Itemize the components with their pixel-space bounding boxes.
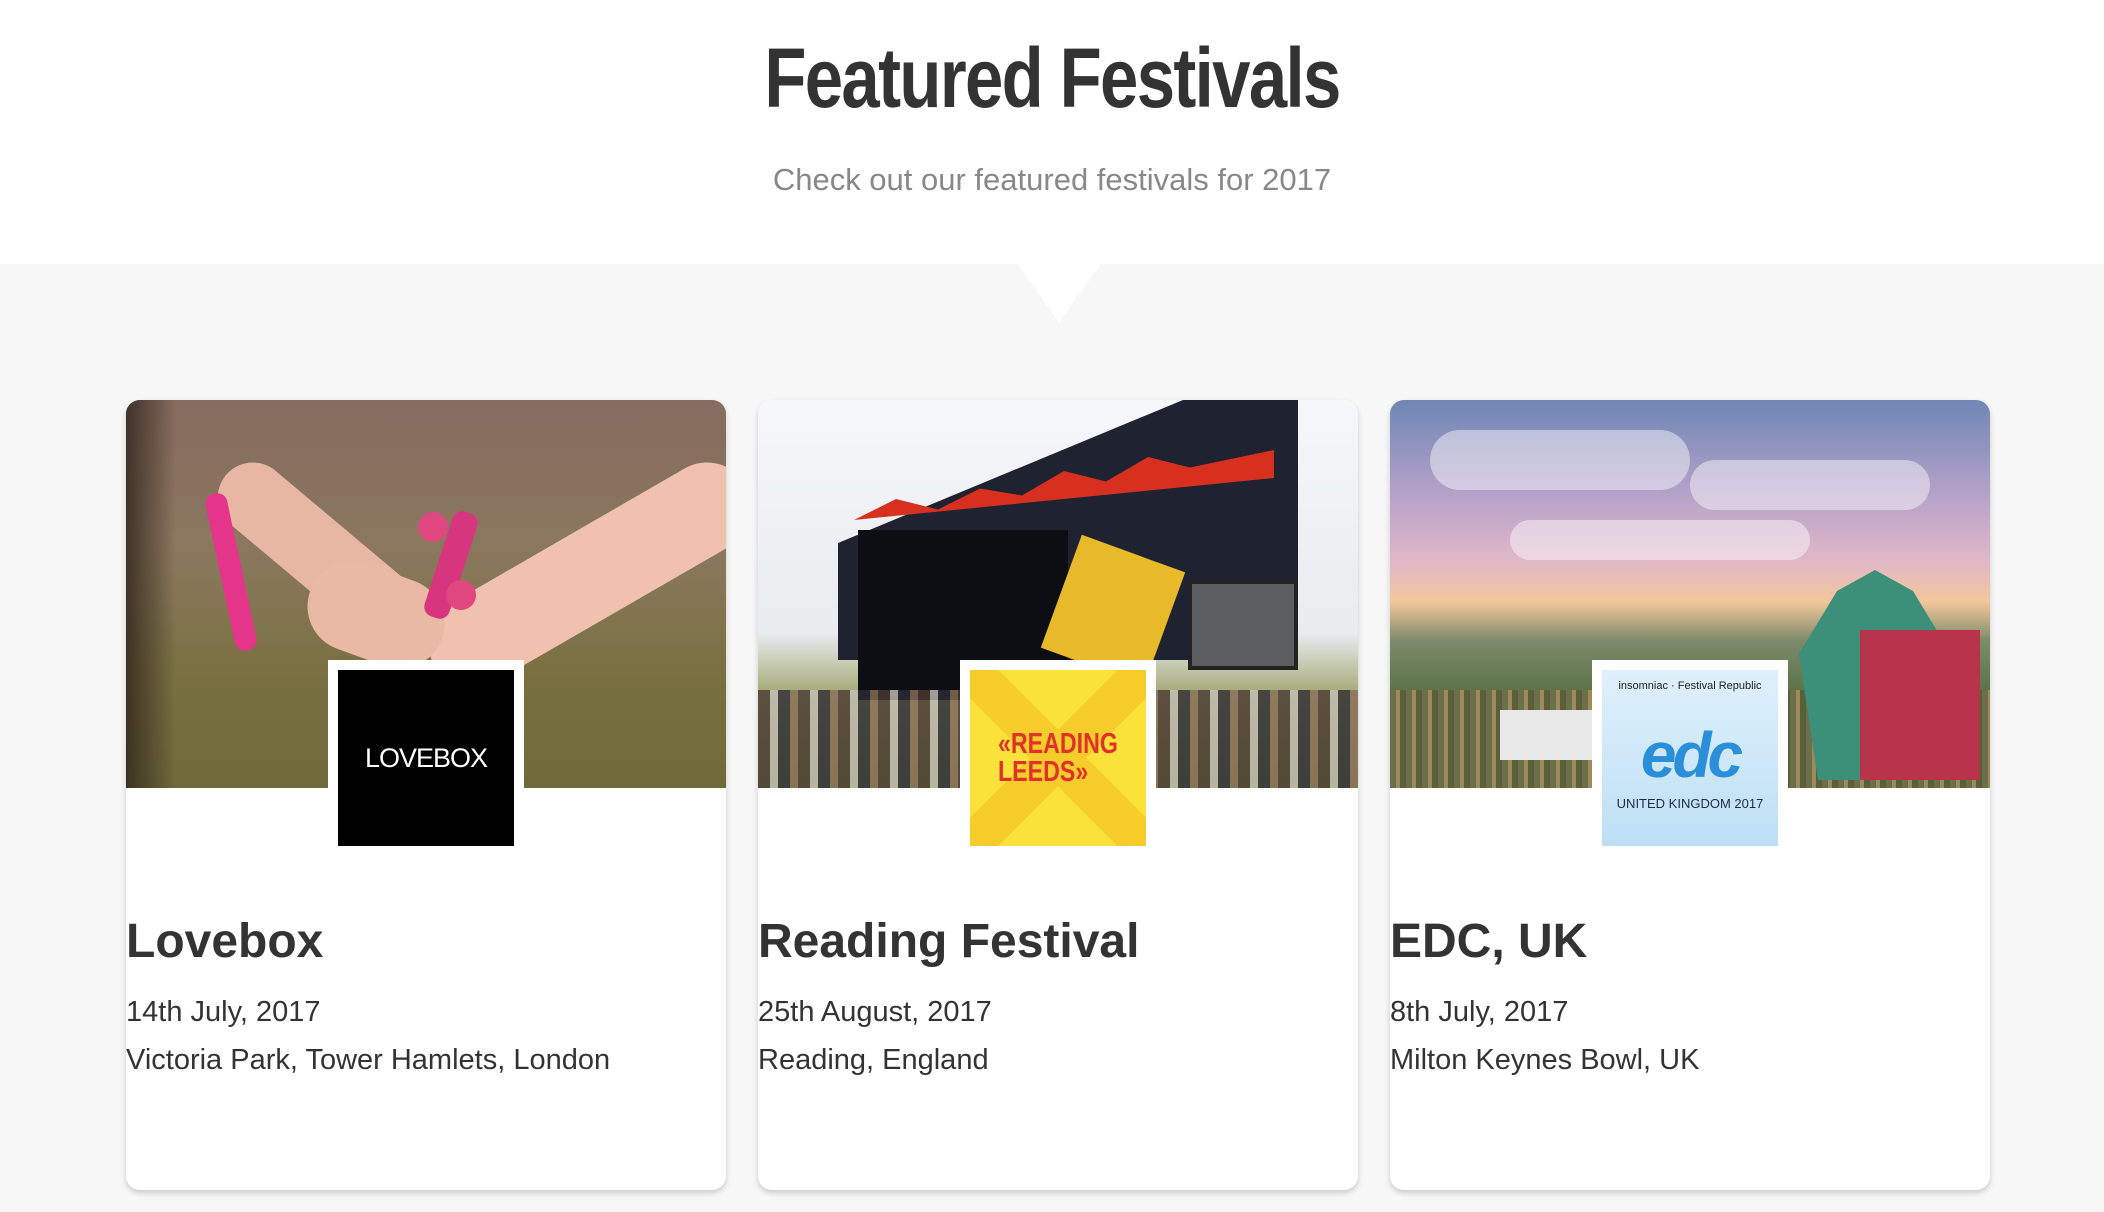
page-header: Featured Festivals Check out our feature… <box>0 0 2104 264</box>
page-subtitle: Check out our featured festivals for 201… <box>772 162 1332 197</box>
logo-subtitle: UNITED KINGDOM 2017 <box>1616 796 1764 811</box>
festival-name[interactable]: Lovebox <box>126 912 726 972</box>
festival-name[interactable]: Reading Festival <box>758 912 1358 972</box>
section-notch <box>1017 264 1101 322</box>
festival-logo-edc: insomniac · Festival Republic edc UNITED… <box>1592 660 1788 856</box>
festival-location: Reading, England <box>758 1044 989 1076</box>
festival-logo-reading: «READING LEEDS» <box>960 660 1156 856</box>
festival-location: Victoria Park, Tower Hamlets, London <box>126 1044 611 1076</box>
logo-sponsors: insomniac · Festival Republic <box>1618 680 1762 692</box>
logo-text: LOVEBOX <box>364 742 488 773</box>
festival-location: Milton Keynes Bowl, UK <box>1390 1044 1700 1076</box>
page-title: Featured Festivals <box>764 31 1341 125</box>
festival-name[interactable]: EDC, UK <box>1390 912 1990 972</box>
festival-card-lovebox[interactable]: LOVEBOX Lovebox 14th July, 2017 Victoria… <box>126 400 726 1190</box>
festival-logo-lovebox: LOVEBOX <box>328 660 524 856</box>
festival-card-reading[interactable]: «READING LEEDS» Reading Festival 25th Au… <box>758 400 1358 1190</box>
logo-text-line1: «READING <box>998 728 1118 760</box>
festival-date: 14th July, 2017 <box>126 996 321 1028</box>
festival-date: 25th August, 2017 <box>758 996 992 1028</box>
festival-date: 8th July, 2017 <box>1390 996 1569 1028</box>
festival-card-edc[interactable]: insomniac · Festival Republic edc UNITED… <box>1390 400 1990 1190</box>
logo-mark: edc <box>1640 719 1743 791</box>
logo-text-line2: LEEDS» <box>998 756 1089 788</box>
